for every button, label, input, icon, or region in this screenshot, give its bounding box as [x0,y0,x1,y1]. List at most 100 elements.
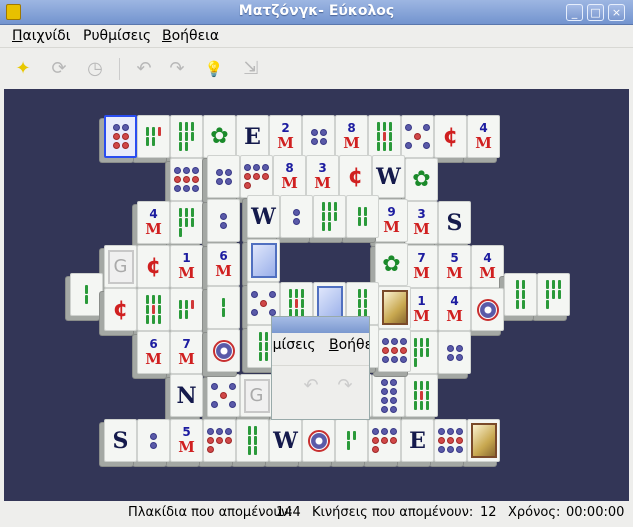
mahjong-tile-char-5[interactable]: 5M [438,245,471,288]
mahjong-tile-dots-7[interactable] [203,419,236,462]
mahjong-tile-dragon-green[interactable]: ✿ [203,115,236,158]
mahjong-tile-dots-1[interactable] [207,329,240,372]
mahjong-tile-wind-W[interactable]: W [269,419,302,462]
mahjong-tile-dots-1[interactable] [471,288,504,331]
maximize-button[interactable]: □ [587,4,604,21]
menu-game[interactable]: Παιχνίδι [12,28,70,44]
mahjong-tile-char-3[interactable]: 3M [405,201,438,244]
mahjong-tile-gnome[interactable]: G [104,245,137,288]
mahjong-tile-dots-4[interactable] [302,115,335,158]
mahjong-tile-wind-E[interactable]: E [236,115,269,158]
bamboo-mark [334,212,337,221]
mahjong-tile-wind-S[interactable]: S [438,201,471,244]
mahjong-tile-dots-7[interactable] [368,419,401,462]
mahjong-tile-dragon-red[interactable]: ¢ [339,155,372,198]
hint-icon[interactable]: 💡 [203,57,225,81]
mahjong-tile-season[interactable] [247,239,280,282]
mahjong-tile-bam-8[interactable] [170,115,203,158]
mahjong-tile-char-8[interactable]: 8M [273,155,306,198]
menu-help[interactable]: Βοήθεια [162,28,219,44]
mahjong-tile-dots-2[interactable] [207,199,240,242]
mahjong-tile-bam-4[interactable] [346,195,379,238]
mahjong-tile-bam-5[interactable] [170,288,203,331]
mahjong-tile-char-7[interactable]: 7M [405,245,438,288]
mahjong-tile-bam-9[interactable] [405,374,438,417]
restart-icon[interactable]: ⟳ [48,57,70,81]
mahjong-tile-dragon-green[interactable]: ✿ [405,158,438,201]
mahjong-tile-bam-7[interactable] [170,201,203,244]
redo-icon[interactable]: ↷ [166,57,188,81]
mahjong-tile-bam-8[interactable] [313,195,346,238]
mahjong-tile-bam-6[interactable] [236,419,269,462]
mahjong-tile-wind-S[interactable]: S [104,419,137,462]
mahjong-tile-char-2[interactable]: 2M [269,115,302,158]
mahjong-tile-char-4[interactable]: 4M [471,245,504,288]
mahjong-tile-dots-9[interactable] [170,158,203,201]
mahjong-tile-dots-1[interactable] [302,419,335,462]
mahjong-tile-char-4[interactable]: 4M [467,115,500,158]
mahjong-tile-bam-9[interactable] [368,115,401,158]
dot-mark [438,428,445,435]
mahjong-tile-dots-6[interactable] [104,115,137,158]
mahjong-tile-flower[interactable] [378,286,411,329]
mahjong-tile-bam-6[interactable] [504,273,537,316]
mahjong-tile-dots-5[interactable] [207,374,240,417]
mahjong-tile-dots-2[interactable] [137,419,170,462]
bamboo-mark [146,295,149,304]
bamboo-mark [522,300,525,309]
status-bar: Πλακίδια που απομένουν: 144 Κινήσεις που… [0,501,633,527]
mahjong-tile-char-1[interactable]: 1M [170,245,203,288]
minimize-button[interactable]: _ [566,4,583,21]
mahjong-tile-char-8[interactable]: 8M [335,115,368,158]
mahjong-tile-char-9[interactable]: 9M [375,199,408,242]
mahjong-tile-char-4[interactable]: 4M [137,201,170,244]
mahjong-tile-char-5[interactable]: 5M [170,419,203,462]
dot-mark [183,176,190,183]
mahjong-tile-bam-2[interactable] [207,286,240,329]
mahjong-tile-char-6[interactable]: 6M [207,243,240,286]
mahjong-tile-char-4[interactable]: 4M [438,288,471,331]
mahjong-tile-flower[interactable] [467,419,500,462]
mahjong-tile-char-7[interactable]: 7M [170,331,203,374]
bamboo-mark [358,289,361,298]
shuffle-icon[interactable]: ⇲ [240,57,262,81]
character-wan-mark: M [413,264,430,282]
mahjong-tile-gnome[interactable]: G [240,374,273,417]
tiles-left-value: 144 [276,505,301,520]
bamboo-mark [185,300,188,309]
green-dragon-icon: ✿ [382,252,401,277]
mahjong-tile-dots-8[interactable] [372,374,405,417]
mahjong-tile-wind-N[interactable]: N [170,374,203,417]
mahjong-tile-dots-5[interactable] [401,115,434,158]
bamboo-mark [389,122,392,131]
mahjong-tile-bam-5[interactable] [137,115,170,158]
mahjong-tile-dots-9[interactable] [434,419,467,462]
bamboo-mark [426,348,429,357]
mahjong-tile-wind-E[interactable]: E [401,419,434,462]
mahjong-tile-dragon-red[interactable]: ¢ [137,245,170,288]
mahjong-tile-char-6[interactable]: 6M [137,331,170,374]
mahjong-tile-dots-4[interactable] [438,331,471,374]
new-game-icon[interactable]: ✦ [12,57,34,81]
menu-settings[interactable]: Ρυθμίσεις [83,28,151,44]
dot-mark [211,383,218,390]
mahjong-tile-dragon-red[interactable]: ¢ [434,115,467,158]
mahjong-tile-bam-7[interactable] [537,273,570,316]
pause-icon[interactable]: ◷ [84,57,106,81]
undo-icon[interactable]: ↶ [133,57,155,81]
mahjong-tile-dots-4[interactable] [207,155,240,198]
mahjong-tile-dots-9[interactable] [378,329,411,372]
mahjong-tile-bam-2[interactable] [70,273,103,316]
close-button[interactable]: × [608,4,625,21]
mahjong-tile-dragon-green[interactable]: ✿ [375,243,408,286]
mahjong-tile-dots-7[interactable] [240,155,273,198]
mahjong-tile-wind-W[interactable]: W [372,155,405,198]
mahjong-tile-dots-2[interactable] [280,195,313,238]
mahjong-tile-char-3[interactable]: 3M [306,155,339,198]
ghost-toolbar: ↶ ↷ [272,365,369,405]
mahjong-tile-dragon-red[interactable]: ¢ [104,288,137,331]
mahjong-tile-wind-W[interactable]: W [247,195,280,238]
game-board[interactable]: θμίσεις Βοήθε ↶ ↷ ✿E2M8M¢4M8M3M¢W✿4MW9M3… [4,89,629,501]
mahjong-tile-bam-3[interactable] [335,419,368,462]
mahjong-tile-bam-9[interactable] [137,288,170,331]
